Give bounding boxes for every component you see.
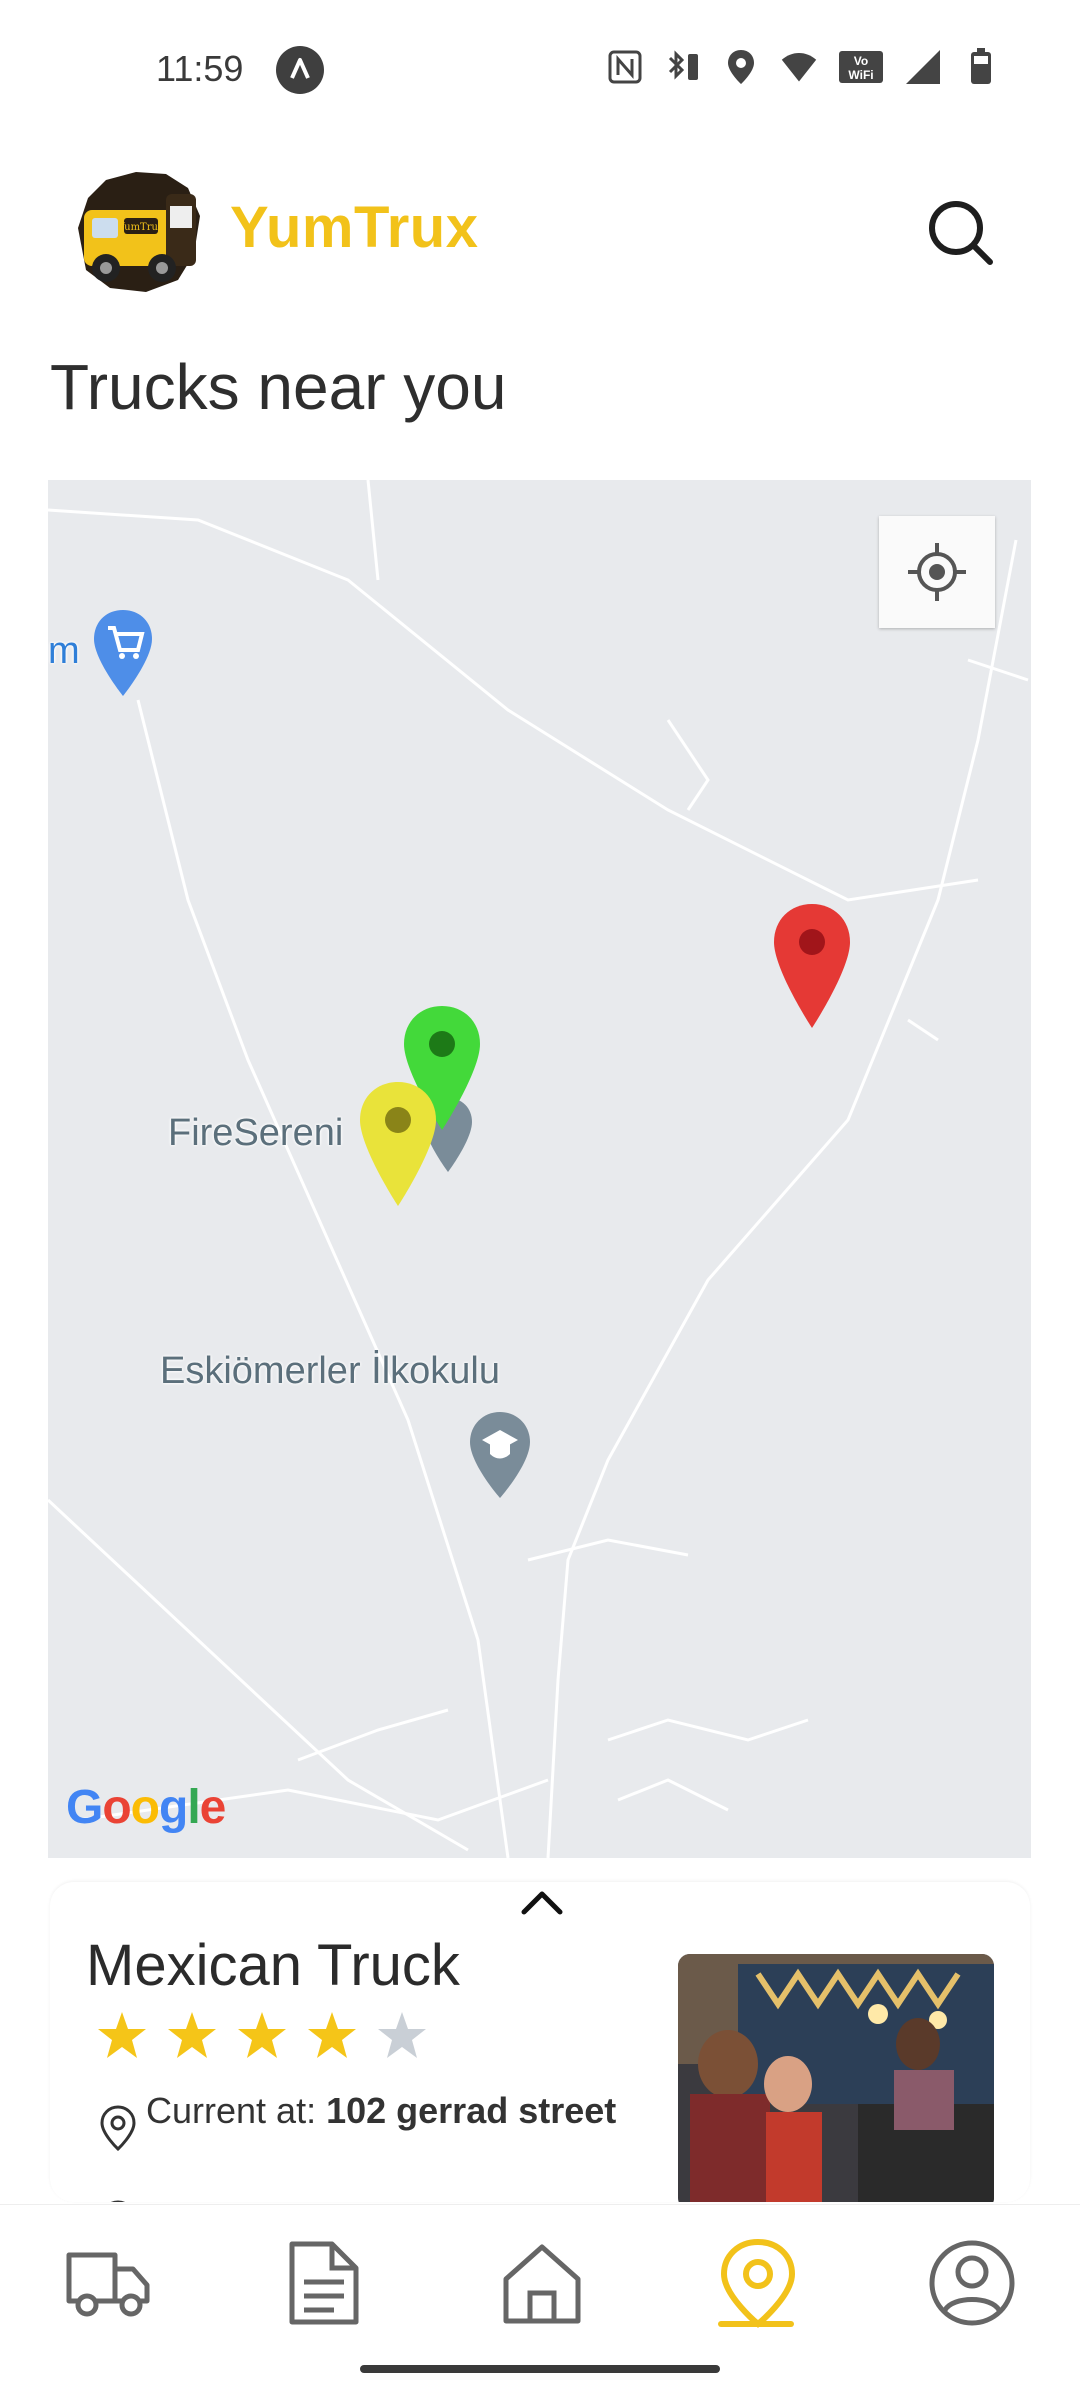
- status-bar: 11:59 Vo WiFi: [0, 0, 1080, 140]
- clock-icon: [98, 2198, 138, 2202]
- school-label: Eskiömerler İlkokulu: [160, 1350, 500, 1392]
- page-title: Trucks near you: [50, 351, 507, 423]
- search-button[interactable]: [924, 196, 996, 268]
- gesture-home-bar[interactable]: [360, 2365, 720, 2373]
- nfc-icon: [606, 48, 644, 86]
- nav-map[interactable]: [710, 2235, 806, 2331]
- fireserenity-label: FireSereni: [168, 1112, 344, 1154]
- map-view[interactable]: m FireSereni Eskiömerler İlkokulu Google: [48, 480, 1031, 1858]
- logo-text: YumTrux: [117, 222, 164, 233]
- active-tab-indicator: [718, 2321, 794, 2327]
- bluetooth-battery-icon: [664, 48, 702, 86]
- location-icon: [722, 48, 760, 86]
- nav-profile[interactable]: [924, 2235, 1020, 2331]
- svg-text:Vo: Vo: [854, 54, 868, 68]
- truck-icon: [66, 2252, 150, 2317]
- address-value: 102 gerrad street: [326, 2090, 617, 2131]
- truck-photo: [678, 1954, 994, 2202]
- status-time: 11:59: [156, 48, 244, 89]
- battery-icon: [962, 48, 1000, 86]
- yellow-truck-pin[interactable]: [358, 1080, 438, 1213]
- crosshair-icon: [908, 543, 966, 601]
- bottom-navigation: [0, 2204, 1080, 2401]
- vowifi-icon: Vo WiFi: [838, 48, 884, 86]
- map-roads: [48, 480, 1029, 1858]
- star-filled-icon: [238, 2012, 286, 2058]
- partial-place-label: m: [48, 630, 80, 672]
- app-header: YumTrux YumTrux: [0, 150, 1080, 300]
- truck-name: Mexican Truck: [86, 1933, 460, 1998]
- map-pin-icon: [720, 2238, 796, 2328]
- svg-text:WiFi: WiFi: [848, 68, 873, 82]
- star-filled-icon: [308, 2012, 356, 2058]
- navigation-arrow-icon: [276, 46, 324, 94]
- red-truck-pin[interactable]: [772, 902, 852, 1035]
- shopping-cart-poi-icon[interactable]: [92, 608, 154, 703]
- search-icon: [929, 201, 993, 265]
- nav-home[interactable]: [494, 2235, 590, 2331]
- current-location-text: Current at: 102 gerrad street: [146, 2088, 616, 2134]
- truck-card[interactable]: Mexican Truck Current at: 102 gerrad str…: [50, 1882, 1030, 2202]
- current-label: Current at:: [146, 2090, 317, 2131]
- brand-name: YumTrux: [230, 195, 479, 260]
- star-empty-icon: [378, 2012, 426, 2058]
- yumtrux-logo: YumTrux: [66, 158, 208, 300]
- cell-signal-icon: [904, 48, 942, 86]
- my-location-button[interactable]: [879, 516, 995, 628]
- rating-stars: [96, 2010, 428, 2062]
- nav-trucks[interactable]: [60, 2235, 156, 2331]
- expand-chevron-icon[interactable]: [518, 1882, 566, 1922]
- location-pin-outline-icon: [98, 2104, 138, 2152]
- wifi-icon: [780, 48, 818, 86]
- profile-icon: [929, 2240, 1015, 2326]
- home-icon: [503, 2244, 581, 2324]
- nav-orders[interactable]: [276, 2235, 372, 2331]
- school-poi-icon[interactable]: [468, 1410, 532, 1505]
- google-attribution: Google: [66, 1781, 226, 1834]
- document-icon: [289, 2241, 359, 2325]
- star-filled-icon: [168, 2012, 216, 2058]
- star-filled-icon: [98, 2012, 146, 2058]
